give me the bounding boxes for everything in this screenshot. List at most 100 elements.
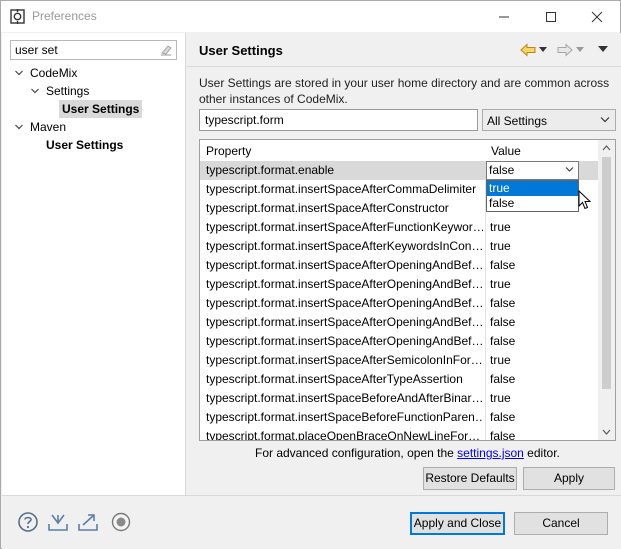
table-row[interactable]: typescript.format.insertSpaceAfterOpenin… [200, 294, 598, 313]
title-bar: Preferences [1, 1, 620, 32]
table-row[interactable]: typescript.format.insertSpaceAfterTypeAs… [200, 370, 598, 389]
column-header-value[interactable]: Value [491, 144, 521, 158]
window-title: Preferences [32, 9, 97, 23]
chevron-down-icon[interactable] [30, 82, 40, 100]
scroll-up-icon[interactable] [602, 145, 611, 151]
table-row[interactable]: typescript.format.insertSpaceAfterOpenin… [200, 275, 598, 294]
property-cell: typescript.format.insertSpaceBeforeFunct… [206, 410, 483, 424]
maximize-button[interactable] [528, 1, 574, 32]
apply-and-close-button[interactable]: Apply and Close [410, 512, 505, 535]
value-cell: true [490, 391, 511, 405]
dropdown-option-true[interactable]: true [487, 181, 578, 196]
tree-item-maven-user-settings[interactable]: User Settings [46, 136, 123, 154]
tree-item-settings[interactable]: Settings [46, 82, 89, 100]
chevron-down-icon [600, 117, 610, 123]
scrollbar-thumb[interactable] [602, 157, 611, 389]
settings-json-link[interactable]: settings.json [457, 446, 524, 460]
table-row[interactable]: typescript.format.placeOpenBraceOnNewLin… [200, 427, 598, 441]
back-arrow-icon[interactable] [520, 43, 536, 57]
page-title: User Settings [199, 43, 283, 58]
column-header-property[interactable]: Property [206, 144, 251, 158]
scope-select-value: All Settings [487, 114, 548, 128]
view-menu-icon[interactable] [598, 46, 608, 53]
mouse-pointer-icon [578, 190, 591, 210]
property-cell: typescript.format.insertSpaceAfterOpenin… [206, 315, 483, 329]
value-cell: false [490, 410, 516, 424]
value-cell: true [490, 277, 511, 291]
table-row[interactable]: typescript.format.insertSpaceAfterOpenin… [200, 313, 598, 332]
value-cell: false [490, 429, 516, 441]
value-cell: false [490, 258, 516, 272]
table-row[interactable]: typescript.format.insertSpaceAfterSemico… [200, 351, 598, 370]
filter-input[interactable] [11, 41, 156, 59]
settings-scope-select[interactable]: All Settings [482, 109, 616, 131]
chevron-down-icon[interactable] [14, 64, 24, 82]
property-cell: typescript.format.insertSpaceAfterFuncti… [206, 220, 483, 234]
value-cell: true [490, 353, 511, 367]
settings-search-field[interactable] [199, 109, 478, 131]
eclipse-icon [10, 9, 25, 24]
value-cell: false [490, 296, 516, 310]
scroll-down-icon[interactable] [602, 429, 611, 435]
table-row[interactable]: typescript.format.insertSpaceAfterKeywor… [200, 237, 598, 256]
chevron-down-icon[interactable] [14, 118, 24, 136]
dropdown-option-false[interactable]: false [487, 196, 578, 211]
clear-filter-icon[interactable] [159, 43, 173, 57]
minimize-icon [499, 16, 509, 17]
table-scrollbar[interactable] [598, 140, 615, 440]
value-combo-editor[interactable]: false [486, 161, 579, 180]
preferences-tree-pane: CodeMix Settings User Settings Maven Use… [2, 33, 186, 495]
property-cell: typescript.format.insertSpaceAfterSemico… [206, 353, 483, 367]
close-button[interactable] [574, 1, 620, 32]
settings-table: Property Value typescript.format.enable … [199, 139, 616, 441]
property-cell: typescript.format.insertSpaceAfterCommaD… [206, 182, 477, 196]
filter-field[interactable] [10, 40, 177, 60]
table-header: Property Value [200, 140, 599, 162]
property-cell: typescript.format.insertSpaceBeforeAndAf… [206, 391, 483, 405]
back-dropdown-icon[interactable] [539, 47, 547, 53]
property-cell: typescript.format.insertSpaceAfterOpenin… [206, 277, 483, 291]
close-icon [591, 11, 603, 22]
tree-item-codemix[interactable]: CodeMix [30, 64, 77, 82]
forward-arrow-icon[interactable] [557, 43, 573, 57]
property-cell: typescript.format.insertSpaceAfterTypeAs… [206, 372, 463, 386]
record-icon[interactable] [110, 511, 132, 533]
value-cell: true [490, 239, 511, 253]
advanced-config-text: For advanced configuration, open the set… [255, 446, 560, 460]
tree-item-user-settings[interactable]: User Settings [59, 100, 143, 118]
table-row[interactable]: typescript.format.insertSpaceAfterFuncti… [200, 218, 598, 237]
table-row[interactable]: typescript.format.insertSpaceAfterOpenin… [200, 332, 598, 351]
minimize-button[interactable] [481, 1, 527, 32]
combo-value: false [489, 163, 515, 177]
property-cell: typescript.format.insertSpaceAfterOpenin… [206, 296, 483, 310]
value-cell: false [490, 334, 516, 348]
property-cell: typescript.format.insertSpaceAfterOpenin… [206, 258, 483, 272]
export-icon[interactable] [77, 511, 99, 533]
property-cell: typescript.format.insertSpaceAfterConstr… [206, 201, 449, 215]
help-icon[interactable] [17, 511, 39, 533]
value-cell: false [490, 372, 516, 386]
import-icon[interactable] [47, 511, 69, 533]
advanced-suffix: editor. [523, 446, 560, 460]
restore-defaults-button[interactable]: Restore Defaults [423, 467, 517, 490]
tree-item-maven[interactable]: Maven [30, 118, 66, 136]
value-cell: false [490, 315, 516, 329]
chevron-down-icon [565, 167, 574, 172]
preferences-window: Preferences CodeMix Settings User Settin… [0, 0, 621, 549]
cancel-button[interactable]: Cancel [514, 512, 608, 535]
table-row[interactable]: typescript.format.insertSpaceBeforeAndAf… [200, 389, 598, 408]
value-cell: true [490, 220, 511, 234]
forward-dropdown-icon[interactable] [576, 47, 584, 53]
page-description: User Settings are stored in your user ho… [199, 76, 610, 106]
dialog-button-bar: Apply and Close Cancel [2, 495, 621, 549]
page-header: User Settings [187, 33, 621, 67]
settings-search-input[interactable] [200, 110, 477, 130]
table-row[interactable]: typescript.format.insertSpaceBeforeFunct… [200, 408, 598, 427]
property-cell: typescript.format.enable [206, 163, 335, 177]
apply-button[interactable]: Apply [523, 467, 615, 490]
settings-page: User Settings User Settings are stored i… [187, 33, 621, 495]
table-row[interactable]: typescript.format.insertSpaceAfterOpenin… [200, 256, 598, 275]
advanced-prefix: For advanced configuration, open the [255, 446, 458, 460]
value-dropdown-list: true false [486, 180, 579, 212]
maximize-icon [546, 11, 556, 22]
